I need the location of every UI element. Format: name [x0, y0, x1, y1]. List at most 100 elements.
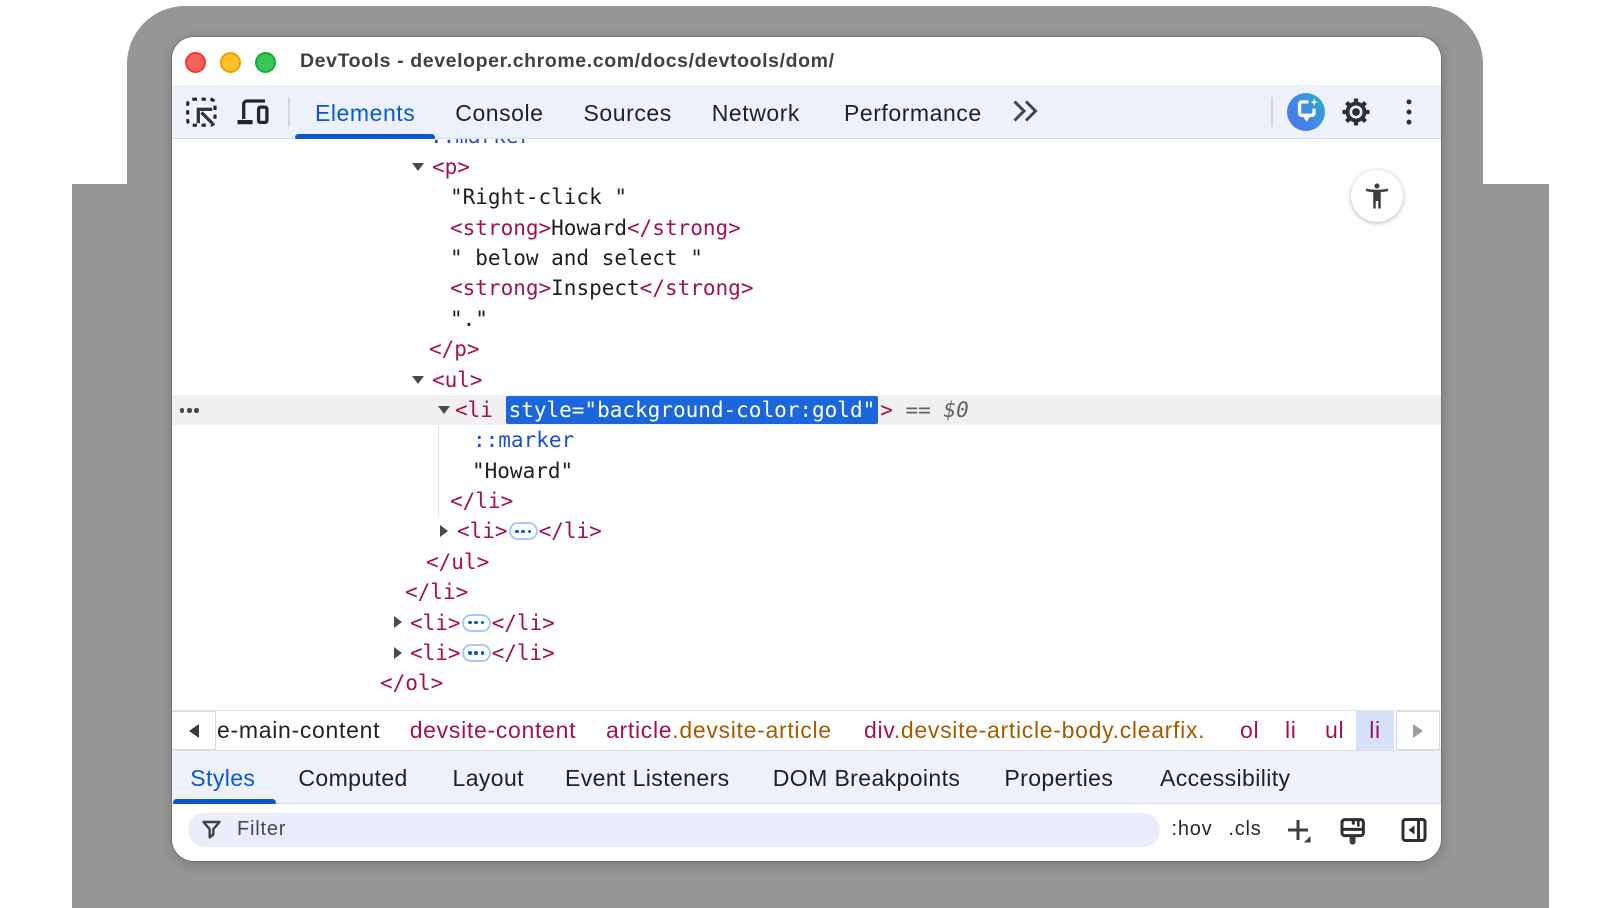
expand-arrow-icon[interactable]: [394, 647, 402, 659]
dom-segment-tag: </strong>: [627, 216, 741, 240]
dom-tree-row[interactable]: <strong>Howard</strong>: [172, 213, 1441, 243]
expand-arrow-icon[interactable]: [440, 525, 448, 537]
sidebar-tab-label: Properties: [1004, 765, 1113, 791]
dom-segment-tag: </li>: [405, 580, 468, 604]
sidebar-tab-properties[interactable]: Properties: [984, 751, 1134, 803]
toolbar-separator-right: [1271, 97, 1273, 127]
breadcrumb-item[interactable]: ul: [1312, 711, 1357, 750]
minimize-window-button[interactable]: [220, 52, 241, 73]
dom-tree-row[interactable]: </p>: [172, 334, 1441, 364]
row-options-dots-icon[interactable]: [180, 408, 199, 412]
device-toolbar-button[interactable]: [234, 93, 272, 131]
panel-tab-console[interactable]: Console: [435, 85, 563, 138]
sidebar-tab-accessibility[interactable]: Accessibility: [1140, 751, 1311, 803]
collapsed-content-badge[interactable]: [462, 614, 491, 632]
collapse-arrow-icon[interactable]: [412, 163, 424, 171]
toggle-sidebar-button[interactable]: [1393, 804, 1435, 855]
sidebar-tab-label: Accessibility: [1160, 765, 1290, 791]
expand-arrow-icon[interactable]: [394, 616, 402, 628]
dom-segment-text: "Right-click ": [450, 185, 627, 209]
sidebar-tab-layout[interactable]: Layout: [432, 751, 544, 803]
breadcrumb-item[interactable]: e-main-content: [217, 711, 393, 750]
collapsed-content-badge[interactable]: [509, 522, 538, 540]
styles-filter-row: Filter :hov .cls: [172, 804, 1441, 861]
settings-gear-icon: [1341, 97, 1371, 127]
main-menu-button[interactable]: [1390, 93, 1428, 131]
panel-tab-label: Network: [712, 100, 800, 126]
toggle-class-button[interactable]: .cls: [1224, 804, 1266, 855]
dom-segment-tag: </li>: [450, 489, 513, 513]
sidebar-tab-dom-breakpoints[interactable]: DOM Breakpoints: [752, 751, 981, 803]
sidebar-tab-label: Styles: [190, 765, 255, 791]
dom-tree-row[interactable]: <li></li>: [172, 608, 1441, 638]
dom-segment-tag: <li>: [410, 611, 461, 635]
dom-tree-row-selected[interactable]: <li style="background-color:gold"> == $0: [172, 395, 1441, 425]
three-dot-menu-icon: [1396, 99, 1422, 125]
dom-tree-row[interactable]: <li></li>: [172, 638, 1441, 668]
window-title: DevTools - developer.chrome.com/docs/dev…: [300, 37, 835, 85]
sidebar-tab-styles[interactable]: Styles: [173, 751, 276, 803]
more-tabs-button[interactable]: [1002, 85, 1048, 138]
breadcrumb-item[interactable]: div.devsite-article-body.clearfix.: [851, 711, 1218, 750]
dom-tree-row[interactable]: ".": [172, 304, 1441, 334]
dom-tree-row[interactable]: ::marker: [172, 139, 1441, 152]
inspect-element-button[interactable]: [182, 93, 220, 131]
dom-tree-row[interactable]: <strong>Inspect</strong>: [172, 273, 1441, 303]
new-style-rule-button[interactable]: [1278, 804, 1318, 855]
breadcrumb-scroll-right-button[interactable]: [1396, 711, 1440, 750]
inspect-element-icon: [184, 95, 218, 129]
panel-tab-performance[interactable]: Performance: [824, 85, 1002, 138]
dom-segment-tag: </strong>: [640, 276, 754, 300]
settings-button[interactable]: [1337, 93, 1375, 131]
dom-segment-tag: <li: [455, 398, 506, 422]
gemini-ai-button[interactable]: [1287, 93, 1325, 131]
dom-segment-tag: </ol>: [380, 671, 443, 695]
dom-tree-row[interactable]: ::marker: [172, 425, 1441, 455]
styles-filter-input[interactable]: Filter: [188, 813, 1160, 848]
scroll-right-icon: [1413, 724, 1423, 738]
toggle-hover-state-button[interactable]: :hov: [1171, 804, 1213, 855]
panel-tab-elements[interactable]: Elements: [295, 85, 435, 138]
collapsed-content-badge[interactable]: [462, 644, 491, 662]
dom-tree-row[interactable]: <ul>: [172, 365, 1441, 395]
filter-placeholder: Filter: [237, 818, 286, 841]
collapse-arrow-icon[interactable]: [412, 376, 424, 384]
breadcrumb-item-selected[interactable]: li: [1356, 711, 1394, 750]
dom-tree-row[interactable]: </li>: [172, 486, 1441, 516]
dom-tree-row[interactable]: "Right-click ": [172, 182, 1441, 212]
panel-tab-sources[interactable]: Sources: [564, 85, 692, 138]
dom-tree-row[interactable]: </ul>: [172, 547, 1441, 577]
panel-tab-label: Performance: [844, 100, 982, 126]
breadcrumb-list: e-main-contentdevsite-contentarticle.dev…: [216, 711, 1441, 750]
dom-segment-text: "Howard": [472, 459, 573, 483]
maximize-window-button[interactable]: [255, 52, 276, 73]
breadcrumb-segment: li: [1285, 717, 1297, 743]
breadcrumb-scroll-left-button[interactable]: [172, 711, 216, 750]
sidebar-tab-label: Layout: [453, 765, 524, 791]
dom-tree-row[interactable]: </ol>: [172, 668, 1441, 698]
toggle-sidebar-icon: [1399, 815, 1429, 845]
devtools-toolbar: ElementsConsoleSources Network Performance: [172, 85, 1441, 139]
dom-segment-tag: <strong>: [450, 276, 551, 300]
panel-tab-network[interactable]: Network: [692, 85, 820, 138]
sidebar-tab-event-listeners[interactable]: Event Listeners: [545, 751, 751, 803]
dom-tree-row[interactable]: "Howard": [172, 456, 1441, 486]
breadcrumb-item[interactable]: devsite-content: [397, 711, 589, 750]
gemini-ai-icon: [1287, 93, 1325, 131]
dom-segment-eq: ==: [893, 398, 944, 422]
dom-tree-row[interactable]: </li>: [172, 577, 1441, 607]
toolbar-separator: [288, 97, 290, 127]
dom-tree-row[interactable]: <li></li>: [172, 516, 1441, 546]
sidebar-tab-computed[interactable]: Computed: [278, 751, 428, 803]
rendering-emulation-button[interactable]: [1332, 804, 1374, 855]
breadcrumb-item[interactable]: article.devsite-article: [593, 711, 845, 750]
filter-funnel-icon: [200, 818, 224, 842]
dom-tree-row[interactable]: " below and select ": [172, 243, 1441, 273]
close-window-button[interactable]: [185, 52, 206, 73]
breadcrumb-item[interactable]: li: [1272, 711, 1310, 750]
dom-tree-row[interactable]: <p>: [172, 152, 1441, 182]
collapse-arrow-icon[interactable]: [438, 406, 450, 414]
breadcrumb-item[interactable]: ol: [1227, 711, 1272, 750]
accessibility-floating-button[interactable]: [1351, 170, 1403, 222]
sidebar-tab-label: Computed: [298, 765, 407, 791]
